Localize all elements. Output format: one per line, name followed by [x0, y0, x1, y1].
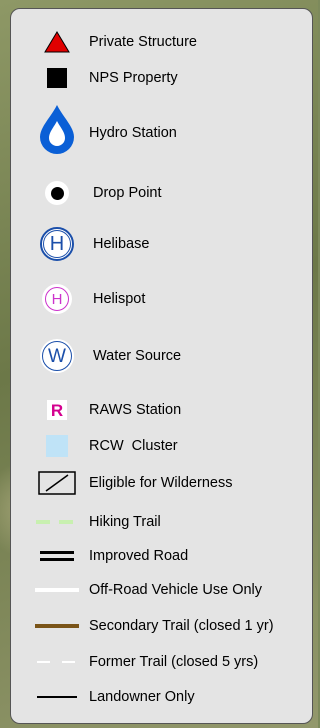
legend-item-private-structure: Private Structure [11, 27, 312, 57]
legend-item-rcw-cluster: RCW Cluster [11, 431, 312, 461]
legend-item-secondary-trail: Secondary Trail (closed 1 yr) [11, 611, 312, 641]
legend-item-hydro-station: Hydro Station [11, 105, 312, 154]
legend-label: Improved Road [89, 548, 189, 564]
legend-item-eligible-wilderness: Eligible for Wilderness [11, 468, 312, 498]
legend-item-nps-property: NPS Property [11, 63, 312, 93]
rcw-square-icon [27, 431, 87, 461]
legend-item-water-source: W Water Source [11, 339, 312, 373]
legend-label: Helispot [93, 291, 146, 307]
white-line-icon [27, 575, 87, 605]
legend-item-hiking-trail: Hiking Trail [11, 507, 312, 537]
white-dashed-line-icon [27, 647, 87, 677]
legend-label: RAWS Station [89, 402, 182, 418]
legend-label: Off-Road Vehicle Use Only [89, 582, 263, 598]
legend-label: Former Trail (closed 5 yrs) [89, 654, 259, 670]
legend-item-raws-station: R RAWS Station [11, 395, 312, 425]
legend-label: RCW Cluster [89, 438, 178, 454]
wilderness-box-icon [27, 468, 87, 498]
helispot-icon: H [27, 284, 87, 314]
legend-label: Landowner Only [89, 689, 195, 705]
legend-label: Secondary Trail (closed 1 yr) [89, 618, 274, 634]
dashed-line-icon [27, 507, 87, 537]
black-line-icon [27, 682, 87, 712]
legend-label: Eligible for Wilderness [89, 475, 233, 491]
helibase-icon: H [27, 227, 87, 261]
triangle-icon [27, 27, 87, 57]
double-line-icon [27, 541, 87, 571]
dot-icon [27, 178, 87, 208]
map-legend: Private Structure NPS Property Hydro Sta… [10, 8, 313, 724]
legend-label: Private Structure [89, 34, 197, 50]
legend-item-helibase: H Helibase [11, 227, 312, 261]
legend-item-helispot: H Helispot [11, 284, 312, 314]
legend-label: Helibase [93, 236, 150, 252]
legend-label: Hydro Station [89, 125, 177, 141]
legend-item-off-road-vehicle: Off-Road Vehicle Use Only [11, 575, 312, 605]
water-drop-icon [27, 105, 87, 154]
water-source-icon: W [27, 339, 87, 373]
square-icon [27, 63, 87, 93]
brown-line-icon [27, 611, 87, 641]
legend-item-former-trail: Former Trail (closed 5 yrs) [11, 647, 312, 677]
legend-label: Hiking Trail [89, 514, 161, 530]
legend-item-improved-road: Improved Road [11, 541, 312, 571]
legend-item-drop-point: Drop Point [11, 178, 312, 208]
legend-label: Water Source [93, 348, 182, 364]
raws-icon: R [27, 395, 87, 425]
legend-label: NPS Property [89, 70, 178, 86]
legend-label: Drop Point [93, 185, 162, 201]
legend-item-landowner-only: Landowner Only [11, 682, 312, 712]
